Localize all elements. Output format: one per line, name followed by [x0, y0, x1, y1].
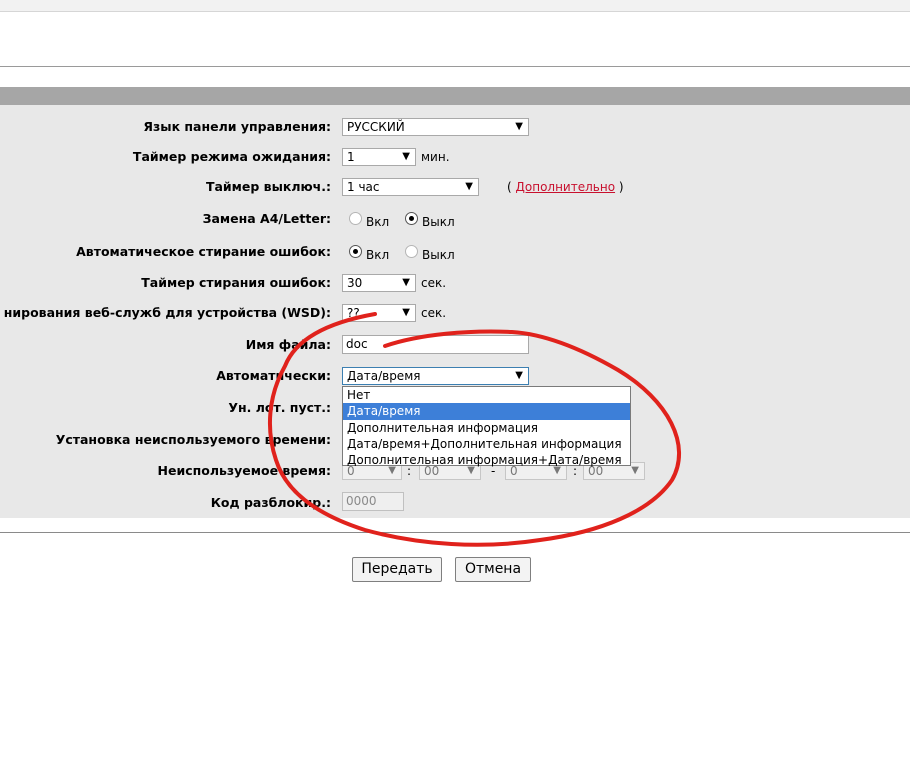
power-off-timer-label: Таймер выключ.: — [205, 179, 331, 194]
dropdown-option-selected[interactable]: Дата/время — [343, 403, 630, 420]
sleep-timer-label: Таймер режима ожидания: — [132, 149, 331, 164]
auto-error-clear-label: Автоматическое стирание ошибок: — [76, 244, 331, 259]
power-off-timer-select[interactable]: 1 час ▼ — [342, 178, 479, 196]
unused-time-label: Неиспользуемое время: — [157, 463, 332, 478]
advanced-link-wrapper: ( Дополнительно ) — [507, 179, 624, 195]
divider — [0, 532, 910, 533]
language-label: Язык панели управления: — [143, 119, 331, 134]
a4-letter-on-radio[interactable] — [349, 212, 362, 225]
dropdown-option[interactable]: Дополнительная информация — [343, 420, 630, 436]
paren-open: ( — [507, 180, 512, 194]
wsd-timer-value: ?? — [347, 306, 360, 320]
sleep-timer-unit: мин. — [421, 150, 450, 164]
wsd-timer-select[interactable]: ?? ▼ — [342, 304, 416, 322]
error-clear-timer-value: 30 — [347, 276, 363, 290]
auto-error-clear-on-radio[interactable] — [349, 245, 362, 258]
chevron-down-icon: ▼ — [465, 181, 473, 192]
dropdown-option[interactable]: Дата/время+Дополнительная информация — [343, 436, 630, 452]
empty-lot-label: Ун. лот. пуст.: — [228, 400, 331, 415]
unlock-code-input[interactable]: 0000 — [342, 492, 404, 511]
auto-error-clear-on-label: Вкл — [366, 248, 390, 262]
auto-error-clear-off-label: Выкл — [422, 248, 455, 262]
a4-letter-off-radio[interactable] — [405, 212, 418, 225]
file-name-label: Имя файла: — [245, 337, 331, 352]
chevron-down-icon: ▼ — [402, 307, 410, 318]
cancel-button[interactable]: Отмена — [455, 557, 531, 582]
chevron-down-icon: ▼ — [515, 121, 523, 132]
a4-letter-label: Замена A4/Letter: — [202, 211, 331, 226]
unused-time-setting-label: Установка неиспользуемого времени: — [55, 432, 331, 447]
submit-button[interactable]: Передать — [352, 557, 442, 582]
wsd-timer-label: нирования веб-служб для устройства (WSD)… — [3, 305, 331, 320]
chevron-down-icon: ▼ — [515, 370, 523, 381]
language-select[interactable]: РУССКИЙ ▼ — [342, 118, 529, 136]
a4-letter-off-label: Выкл — [422, 215, 455, 229]
auto-label: Автоматически: — [216, 368, 331, 383]
auto-dropdown-list[interactable]: Нет Дата/время Дополнительная информация… — [342, 386, 631, 468]
language-value: РУССКИЙ — [347, 120, 405, 134]
dropdown-option[interactable]: Нет — [343, 387, 630, 403]
sleep-timer-value: 1 — [347, 150, 355, 164]
divider — [0, 66, 910, 67]
auto-select[interactable]: Дата/время ▼ — [342, 367, 529, 385]
chevron-down-icon: ▼ — [402, 277, 410, 288]
browser-top-strip — [0, 0, 910, 12]
wsd-timer-unit: сек. — [421, 306, 447, 320]
chevron-down-icon: ▼ — [402, 151, 410, 162]
section-header-bar — [0, 87, 910, 105]
error-clear-timer-select[interactable]: 30 ▼ — [342, 274, 416, 292]
advanced-link[interactable]: Дополнительно — [516, 180, 616, 194]
file-name-input[interactable]: doc — [342, 335, 529, 354]
auto-error-clear-off-radio[interactable] — [405, 245, 418, 258]
a4-letter-on-label: Вкл — [366, 215, 390, 229]
sleep-timer-select[interactable]: 1 ▼ — [342, 148, 416, 166]
error-clear-timer-label: Таймер стирания ошибок: — [141, 275, 331, 290]
auto-value: Дата/время — [347, 369, 421, 383]
paren-close: ) — [618, 180, 624, 194]
unlock-code-label: Код разблокир.: — [210, 495, 331, 510]
power-off-timer-value: 1 час — [347, 180, 380, 194]
dropdown-option[interactable]: Дополнительная информация+Дата/время — [343, 452, 630, 468]
chevron-down-icon: ▼ — [631, 465, 639, 476]
error-clear-timer-unit: сек. — [421, 276, 447, 290]
